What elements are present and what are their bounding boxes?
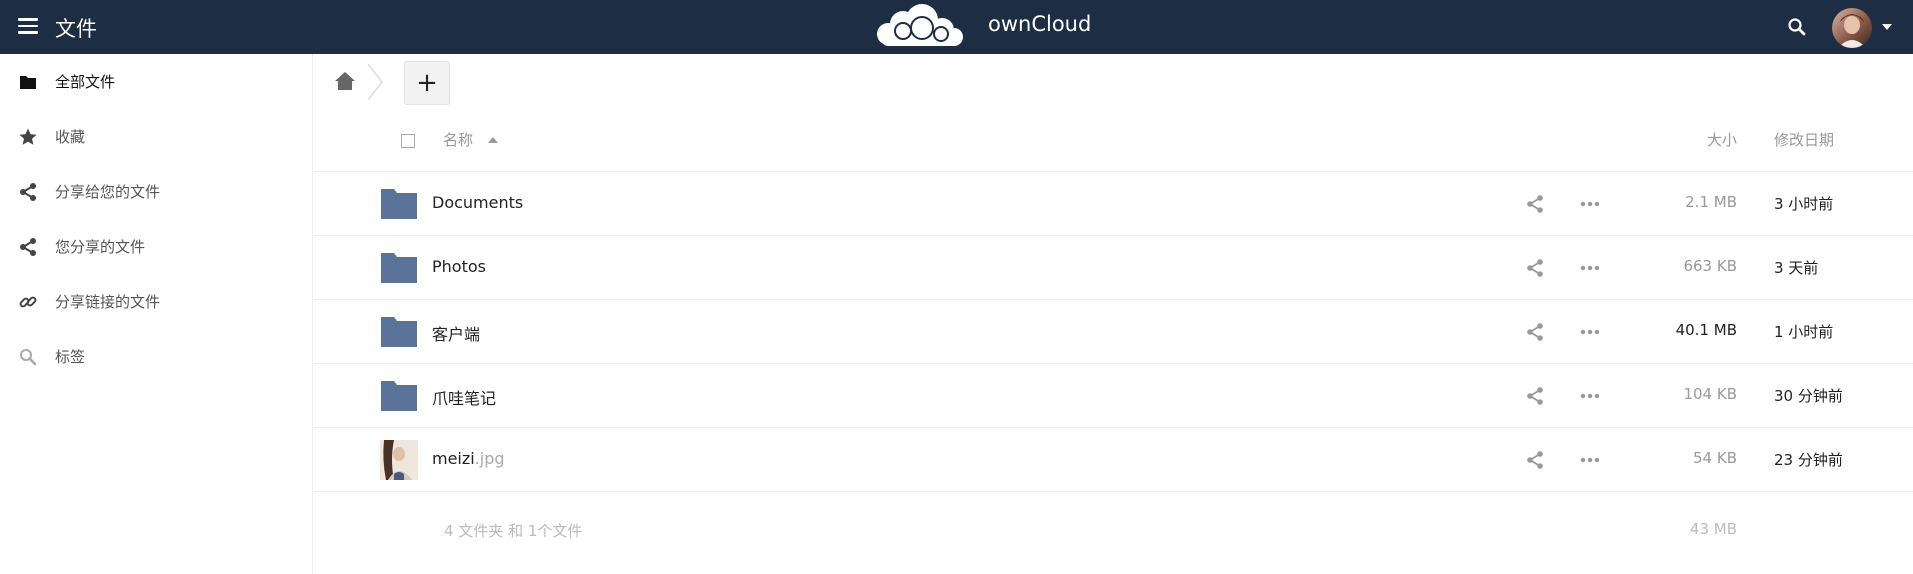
- select-all-checkbox[interactable]: [401, 134, 415, 148]
- star-icon: [19, 128, 37, 145]
- sidebar-item-label: 收藏: [55, 128, 86, 146]
- column-header-name[interactable]: 名称: [443, 129, 473, 150]
- share-icon[interactable]: [1525, 450, 1545, 470]
- plus-icon: +: [416, 68, 438, 98]
- file-size: 54 KB: [1693, 449, 1737, 467]
- search-icon: [20, 349, 37, 366]
- file-modified-date: 1 小时前: [1774, 323, 1834, 341]
- breadcrumb-separator-icon: [367, 64, 383, 100]
- sidebar-item-favorites[interactable]: 收藏: [0, 109, 312, 164]
- folder-icon: [381, 253, 417, 283]
- more-actions-icon[interactable]: [1579, 322, 1601, 342]
- sort-ascending-icon[interactable]: [488, 137, 498, 143]
- file-list-summary: 4 文件夹 和 1个文件 43 MB: [314, 508, 1913, 548]
- file-size: 40.1 MB: [1675, 321, 1737, 339]
- file-extension: .jpg: [474, 449, 505, 468]
- sidebar-item-label: 分享给您的文件: [55, 183, 161, 201]
- sidebar-item-label: 全部文件: [55, 73, 116, 91]
- user-menu-caret-icon[interactable]: [1882, 24, 1892, 30]
- column-header-size[interactable]: 大小: [1707, 129, 1737, 150]
- new-file-button[interactable]: +: [404, 61, 450, 105]
- sidebar-item-shared-by-link[interactable]: 分享链接的文件: [0, 274, 312, 329]
- folder-icon: [381, 317, 417, 347]
- file-row[interactable]: Documents 2.1 MB 3 小时前: [314, 172, 1913, 236]
- file-name[interactable]: meizi.jpg: [432, 449, 505, 468]
- file-list-header: 名称 大小 修改日期: [314, 110, 1913, 172]
- sidebar-item-shared-with-you[interactable]: 分享给您的文件: [0, 164, 312, 219]
- share-icon[interactable]: [1525, 322, 1545, 342]
- home-icon[interactable]: [334, 71, 356, 91]
- summary-total-size: 43 MB: [1689, 520, 1737, 538]
- column-header-date[interactable]: 修改日期: [1774, 129, 1834, 150]
- file-row[interactable]: 客户端 40.1 MB 1 小时前: [314, 300, 1913, 364]
- image-thumbnail: [380, 440, 418, 480]
- folder-icon: [381, 189, 417, 219]
- file-row[interactable]: meizi.jpg 54 KB 23 分钟前: [314, 428, 1913, 492]
- more-actions-icon[interactable]: [1579, 450, 1601, 470]
- link-icon: [19, 296, 37, 308]
- file-modified-date: 23 分钟前: [1774, 451, 1843, 469]
- sidebar-item-label: 您分享的文件: [55, 238, 146, 256]
- file-row[interactable]: 爪哇笔记 104 KB 30 分钟前: [314, 364, 1913, 428]
- more-actions-icon[interactable]: [1579, 258, 1601, 278]
- sidebar: 全部文件 收藏 分享给您的文件 您分享的文件 分享链接的文件 标签: [0, 54, 313, 574]
- user-avatar[interactable]: [1832, 8, 1872, 48]
- folder-icon: [381, 381, 417, 411]
- sidebar-item-all-files[interactable]: 全部文件: [0, 54, 312, 109]
- file-name[interactable]: Documents: [432, 193, 523, 212]
- file-modified-date: 30 分钟前: [1774, 387, 1843, 405]
- summary-count: 4 文件夹 和 1个文件: [444, 522, 583, 540]
- sidebar-item-shared-by-you[interactable]: 您分享的文件: [0, 219, 312, 274]
- top-header: 文件 ownCloud: [0, 0, 1913, 54]
- file-modified-date: 3 小时前: [1774, 195, 1834, 213]
- file-modified-date: 3 天前: [1774, 259, 1819, 277]
- share-icon[interactable]: [1525, 194, 1545, 214]
- file-basename: meizi: [432, 449, 475, 468]
- file-size: 663 KB: [1683, 257, 1737, 275]
- sidebar-item-label: 分享链接的文件: [55, 293, 161, 311]
- brand-name: ownCloud: [988, 12, 1092, 36]
- app-title[interactable]: 文件: [55, 13, 97, 43]
- more-actions-icon[interactable]: [1579, 194, 1601, 214]
- file-name[interactable]: 爪哇笔记: [432, 385, 496, 409]
- share-icon: [20, 238, 36, 256]
- file-size: 104 KB: [1683, 385, 1737, 403]
- share-icon[interactable]: [1525, 258, 1545, 278]
- breadcrumb: +: [314, 54, 1913, 110]
- share-icon[interactable]: [1525, 386, 1545, 406]
- file-name[interactable]: Photos: [432, 257, 486, 276]
- file-name[interactable]: 客户端: [432, 321, 480, 345]
- search-icon[interactable]: [1786, 16, 1808, 38]
- sidebar-item-label: 标签: [55, 348, 86, 366]
- file-row[interactable]: Photos 663 KB 3 天前: [314, 236, 1913, 300]
- owncloud-logo-icon[interactable]: [870, 4, 970, 50]
- file-size: 2.1 MB: [1685, 193, 1737, 211]
- share-icon: [20, 183, 36, 201]
- more-actions-icon[interactable]: [1579, 386, 1601, 406]
- sidebar-item-tags[interactable]: 标签: [0, 329, 312, 384]
- hamburger-menu-icon[interactable]: [18, 18, 38, 34]
- folder-icon: [20, 76, 36, 89]
